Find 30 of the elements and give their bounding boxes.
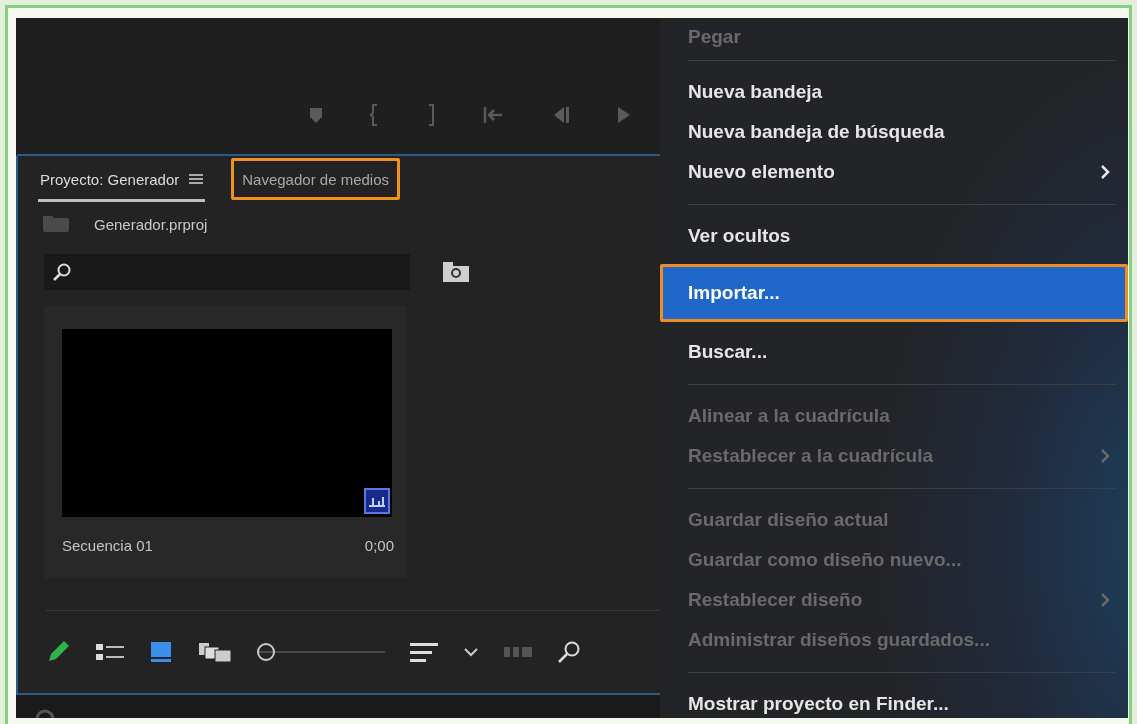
marker-icon[interactable] bbox=[308, 106, 324, 124]
list-view-icon[interactable] bbox=[95, 641, 125, 663]
project-file-name: Generador.prproj bbox=[94, 215, 208, 233]
search-icon[interactable] bbox=[52, 262, 72, 282]
go-to-in-icon[interactable] bbox=[482, 105, 504, 125]
sequence-card[interactable]: Secuencia 01 0;00 bbox=[44, 306, 406, 578]
menu-icon[interactable] bbox=[189, 172, 204, 186]
play-icon[interactable] bbox=[616, 105, 632, 125]
panel-tab[interactable]: Proyecto: Generador bbox=[38, 156, 206, 202]
chevron-down-icon[interactable] bbox=[463, 646, 479, 658]
sequence-duration: 0;00 bbox=[364, 537, 394, 554]
sort-icon[interactable] bbox=[409, 640, 439, 664]
new-bin-icon[interactable] bbox=[442, 261, 470, 283]
menu-item[interactable]: Importar... bbox=[660, 264, 1128, 322]
menu-item[interactable]: Nueva bandeja de búsqueda bbox=[660, 112, 1128, 152]
search-icon[interactable] bbox=[557, 640, 581, 664]
icon-view-icon[interactable] bbox=[149, 640, 173, 664]
sequence-name: Secuencia 01 bbox=[62, 537, 153, 554]
panel-tab[interactable]: Navegador de medios bbox=[231, 158, 400, 200]
menu-item[interactable]: Ver ocultos bbox=[660, 216, 1128, 256]
zoom-slider[interactable] bbox=[257, 642, 385, 662]
search-field[interactable] bbox=[44, 254, 410, 290]
menu-item[interactable]: Nuevo elemento bbox=[660, 152, 1128, 192]
mark-out-icon[interactable] bbox=[426, 103, 436, 127]
freeform-view-icon[interactable] bbox=[197, 640, 233, 664]
menu-item[interactable]: Nueva bandeja bbox=[660, 72, 1128, 112]
mark-in-icon[interactable] bbox=[370, 103, 380, 127]
menu-item[interactable]: Buscar... bbox=[660, 332, 1128, 372]
menu-item[interactable]: Mostrar proyecto en Finder... bbox=[660, 684, 1128, 718]
sequence-icon[interactable] bbox=[364, 488, 390, 514]
